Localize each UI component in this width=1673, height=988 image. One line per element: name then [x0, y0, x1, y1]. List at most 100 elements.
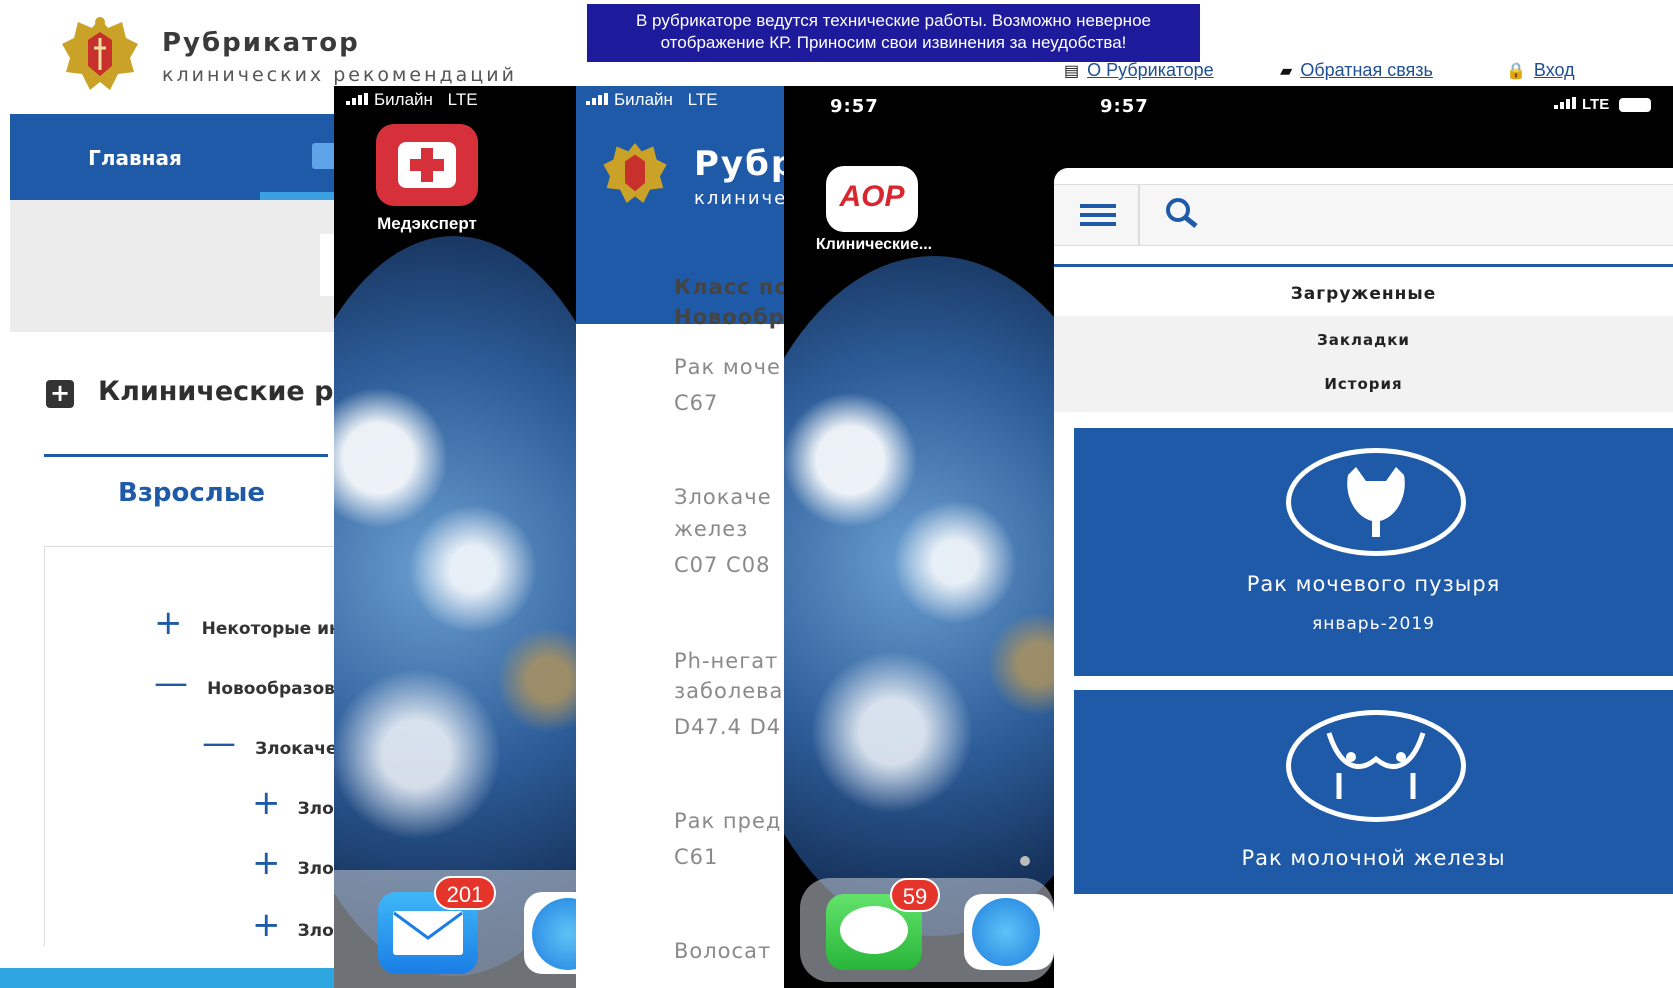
aop-app-icon[interactable]: AOP — [826, 166, 918, 232]
collapse-minus-icon: — — [202, 723, 236, 763]
site-subtitle: клинических рекомендаций — [162, 64, 517, 86]
card-title: Рак молочной железы — [1241, 846, 1506, 870]
earth-wallpaper — [334, 236, 576, 976]
feedback-link[interactable]: ▰ Обратная связь — [1280, 60, 1433, 81]
breast-icon — [1286, 710, 1466, 822]
expand-plus-icon: + — [252, 843, 281, 883]
speech-bubble-icon — [840, 906, 908, 954]
guideline-card-breast[interactable]: Рак молочной железы — [1074, 690, 1673, 894]
carrier: Билайн — [614, 90, 673, 109]
tree-label: Злокаче — [255, 739, 338, 759]
earth-wallpaper — [784, 256, 1054, 936]
footer-bar — [0, 968, 340, 988]
list-item-name[interactable]: Волосат — [674, 936, 771, 966]
signal-icon — [346, 93, 368, 105]
emblem-logo-icon — [603, 143, 667, 203]
messages-badge: 59 — [890, 878, 940, 912]
tree-label: Зло — [297, 859, 334, 879]
tree-label: Некоторые ин — [201, 619, 341, 639]
section-title: Клинические рек — [98, 376, 371, 407]
login-link[interactable]: 🔒 Вход — [1506, 60, 1575, 81]
page-dot — [1020, 856, 1030, 866]
medexpert-app-icon[interactable] — [376, 124, 478, 206]
login-link-label: Вход — [1533, 60, 1575, 80]
compass-icon — [972, 898, 1040, 966]
header-subtitle: клиниче — [694, 188, 784, 209]
list-item-name: заболева — [674, 679, 784, 703]
phone-screenshot-4: 9:57 LTE Загруженные Закладки История Ра… — [1054, 86, 1673, 988]
tab-downloaded[interactable]: Загруженные — [1054, 272, 1673, 316]
card-date: январь-2019 — [1312, 614, 1435, 634]
maintenance-notice: В рубрикаторе ведутся технические работы… — [587, 4, 1200, 62]
network: LTE — [1582, 96, 1610, 113]
phone-screenshot-2: Билайн LTE Рубр клиниче Класс по Новообр… — [576, 86, 784, 988]
phone-screenshot-1: Билайн LTE Медэксперт 201 — [334, 86, 576, 988]
list-item-name[interactable]: Рак пред — [674, 806, 781, 836]
tree-item-3[interactable]: — Злокаче — [202, 726, 338, 760]
signal-icon — [586, 93, 608, 105]
notice-line-1: В рубрикаторе ведутся технические работы… — [636, 11, 1151, 30]
menu-button[interactable] — [1054, 184, 1140, 246]
list-item-code: C61 — [674, 845, 719, 869]
nav-active-indicator — [260, 192, 334, 200]
safari-app-icon[interactable] — [964, 894, 1054, 970]
notice-line-2: отображение КР. Приносим свои извинения … — [660, 33, 1127, 52]
guideline-card-bladder[interactable]: Рак мочевого пузыря январь-2019 — [1074, 428, 1673, 676]
signal-icon — [1554, 97, 1576, 109]
toolbar — [1054, 184, 1673, 246]
list-item-name[interactable]: Ph-негат — [674, 646, 778, 676]
tab-bookmarks[interactable]: Закладки — [1054, 320, 1673, 360]
status-right: LTE — [1554, 96, 1652, 113]
list-item-name[interactable]: Злокаче — [674, 482, 772, 512]
site-title: Рубрикатор — [162, 28, 360, 58]
feedback-link-label: Обратная связь — [1300, 60, 1433, 80]
home-indicator[interactable] — [1254, 972, 1484, 979]
list-item-name[interactable]: Рак моче — [674, 352, 781, 382]
about-link[interactable]: ▤ О Рубрикаторе — [1064, 60, 1214, 81]
tree-label: Новообразова — [207, 679, 347, 699]
header-title: Рубр — [694, 144, 784, 184]
list-item-code: D47.4 D4 — [674, 715, 782, 739]
emblem-logo-icon — [62, 17, 138, 90]
card-title: Рак мочевого пузыря — [1246, 572, 1501, 596]
collapse-minus-icon — [620, 286, 656, 289]
collapse-minus-icon: — — [154, 663, 188, 703]
tree-item-4[interactable]: + Зло — [252, 786, 334, 820]
status-time: 9:57 — [830, 96, 879, 117]
carrier: Билайн — [374, 90, 433, 109]
status-time: 9:57 — [1100, 96, 1149, 117]
network: LTE — [687, 90, 718, 109]
tree-item-6[interactable]: + Зло — [252, 908, 334, 942]
list-item-name: желез — [674, 517, 749, 541]
section-divider — [44, 454, 328, 457]
aop-app-label: Клинические... — [815, 236, 933, 253]
medexpert-app-label: Медэксперт — [377, 214, 477, 233]
tree-item-5[interactable]: + Зло — [252, 846, 334, 880]
tree-label: Зло — [297, 921, 334, 941]
status-bar: Билайн LTE — [346, 90, 478, 110]
tab-adults[interactable]: Взрослые — [118, 478, 265, 508]
battery-icon — [1619, 98, 1652, 113]
expand-plus-icon: + — [154, 603, 183, 643]
list-item-code: C07 C08 — [674, 553, 771, 577]
safari-app-icon[interactable] — [524, 892, 576, 974]
bladder-icon — [1286, 448, 1466, 556]
search-band — [10, 200, 334, 332]
compass-icon — [532, 898, 576, 970]
envelope-icon — [393, 911, 463, 955]
expand-plus-icon: + — [252, 905, 281, 945]
search-icon[interactable] — [1162, 194, 1202, 238]
tree-label: Зло — [297, 799, 334, 819]
list-item-code: C67 — [674, 391, 719, 415]
status-bar: Билайн LTE — [586, 90, 718, 110]
lock-icon: 🔒 — [1506, 63, 1526, 80]
tab-history[interactable]: История — [1054, 364, 1673, 404]
phone-screenshot-3: 9:57 AOP Клинические... 59 — [784, 86, 1054, 988]
nav-home[interactable]: Главная — [10, 114, 260, 194]
class-line-2: Новообр — [674, 305, 784, 329]
tabs-divider — [1054, 264, 1673, 267]
network: LTE — [447, 90, 478, 109]
tree-item-2[interactable]: — Новообразова — [154, 666, 346, 700]
tree-item-1[interactable]: + Некоторые ин — [154, 606, 341, 640]
app-screen: Загруженные Закладки История Рак мочевог… — [1054, 168, 1673, 988]
